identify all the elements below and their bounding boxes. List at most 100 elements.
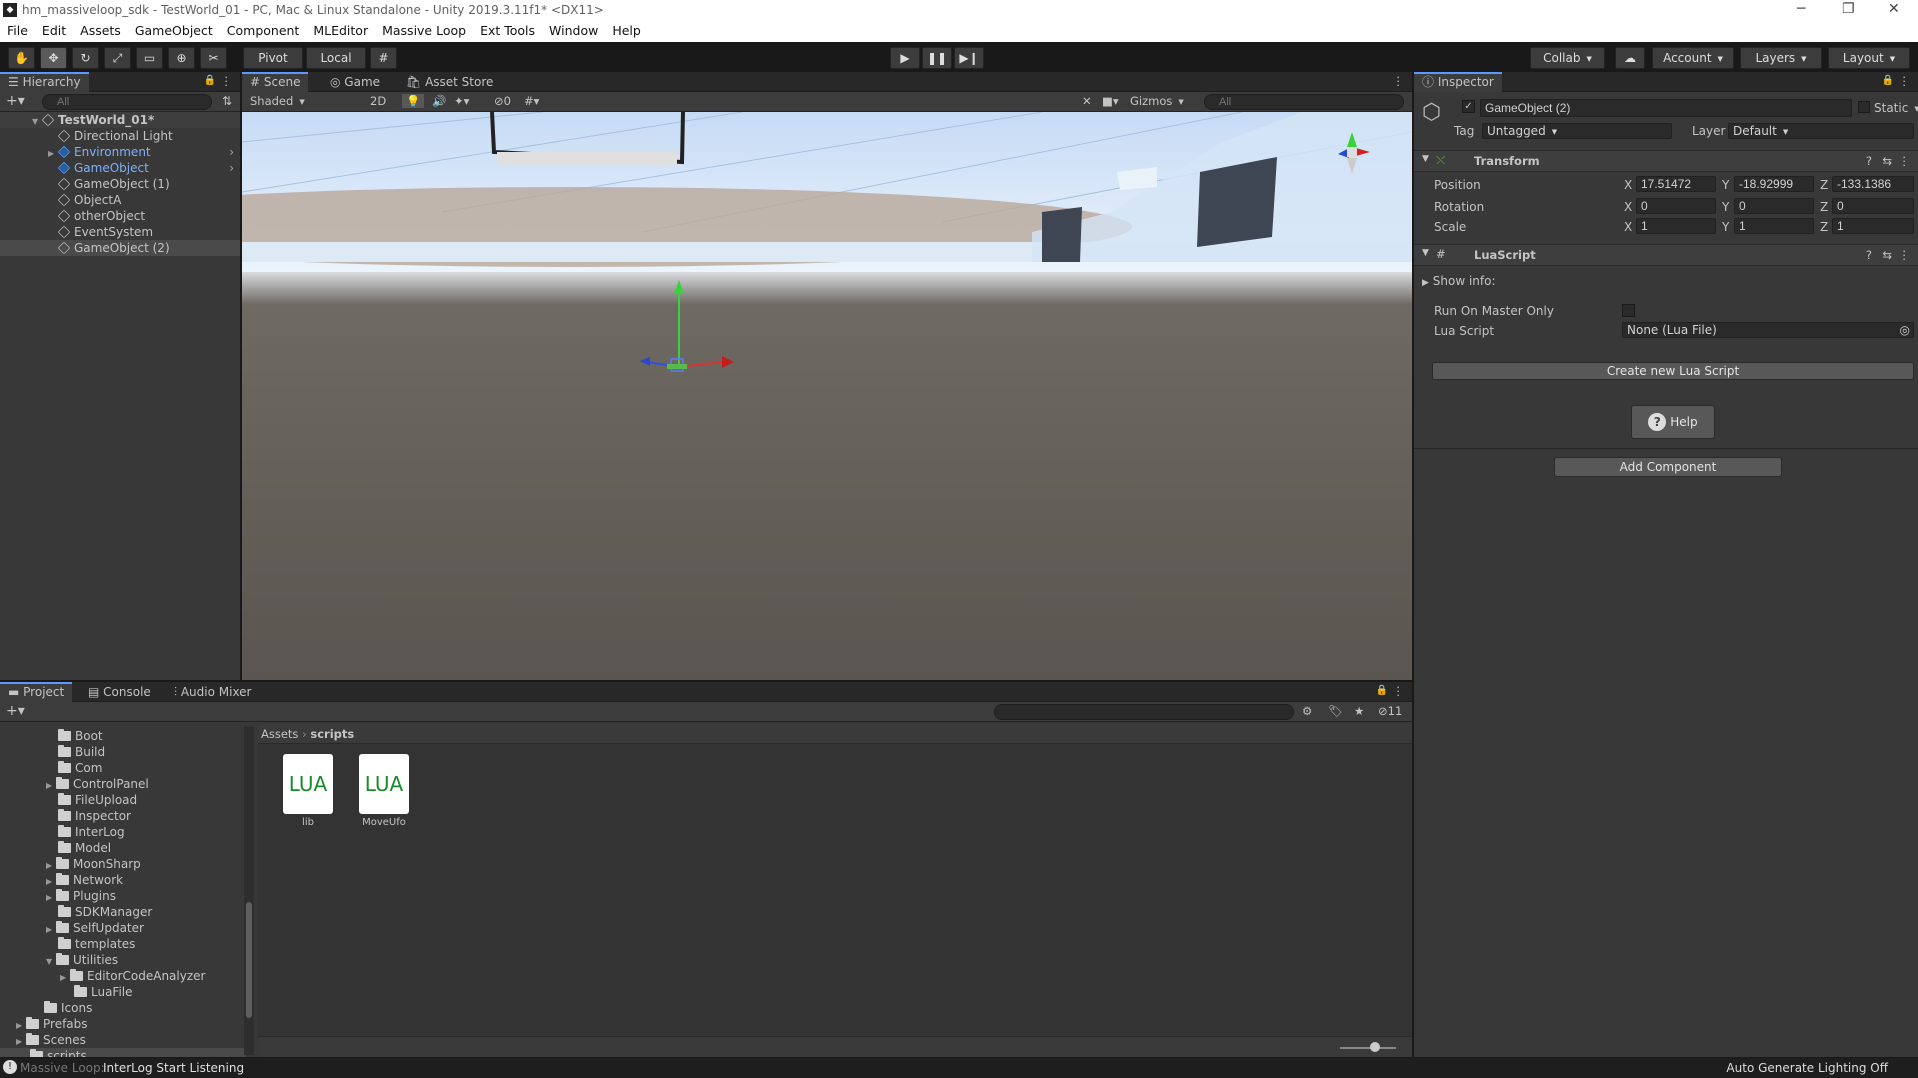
sort-icon[interactable]: ⇅ (222, 94, 232, 108)
tab-console[interactable]: ▤ Console (80, 682, 159, 702)
tab-asset-store[interactable]: 🛍 Asset Store (398, 72, 501, 92)
restore-icon[interactable]: ❐ (1842, 1, 1855, 17)
folder-item[interactable]: Build (0, 744, 246, 760)
menu-ext-tools[interactable]: Ext Tools (473, 20, 542, 38)
component-menu-icon[interactable]: ⋮ (1899, 248, 1911, 262)
menu-component[interactable]: Component (220, 20, 307, 38)
static-checkbox[interactable] (1858, 101, 1870, 113)
hierarchy-search-input[interactable] (42, 94, 212, 110)
tab-inspector[interactable]: ⓘ Inspector (1414, 72, 1502, 92)
create-plus-icon[interactable]: +▾ (6, 93, 25, 109)
play-button[interactable]: ▶ (890, 47, 920, 69)
lock-icon[interactable]: 🔒 (1376, 685, 1388, 696)
shading-mode-dropdown[interactable]: Shaded (246, 93, 361, 110)
hierarchy-item-gameobject-1[interactable]: GameObject (1) (0, 176, 240, 192)
collab-dropdown[interactable]: Collab (1530, 47, 1605, 69)
static-dropdown[interactable]: Static (1874, 101, 1918, 115)
folder-item[interactable]: ▶ Scenes (0, 1032, 246, 1048)
component-menu-icon[interactable]: ⋮ (1899, 154, 1911, 168)
lua-script-object-field[interactable]: None (Lua File) ◎ (1622, 322, 1914, 338)
position-z-field[interactable] (1832, 176, 1914, 192)
search-by-label-icon[interactable]: 🏷 (1328, 704, 1343, 718)
search-by-type-icon[interactable]: ⚙ (1302, 704, 1312, 718)
foldout-arrow-icon[interactable]: ▼ (1422, 248, 1429, 258)
audio-icon[interactable]: 🔊 (432, 94, 446, 108)
menu-gameobject[interactable]: GameObject (128, 20, 220, 38)
move-tool-icon[interactable]: ✥ (40, 47, 67, 69)
tag-dropdown[interactable]: Untagged (1482, 123, 1672, 139)
breadcrumb-current[interactable]: scripts (310, 727, 354, 741)
run-master-checkbox[interactable] (1622, 304, 1635, 317)
folder-item[interactable]: Icons (0, 1000, 246, 1016)
pause-button[interactable]: ❚❚ (922, 47, 952, 69)
foldout-arrow-icon[interactable]: ▼ (1422, 154, 1429, 164)
hierarchy-item-objecta[interactable]: ObjectA (0, 192, 240, 208)
step-button[interactable]: ▶❙ (954, 47, 984, 69)
folder-item[interactable]: Inspector (0, 808, 246, 824)
panel-menu-icon[interactable]: ⋮ (221, 74, 233, 88)
hidden-packages-icon[interactable]: ⊘11 (1378, 704, 1402, 718)
lock-icon[interactable]: 🔒 (1882, 75, 1894, 86)
zoom-slider-track[interactable] (1340, 1047, 1396, 1049)
asset-file-lib[interactable]: LUA lib (278, 754, 338, 828)
auto-lighting-status[interactable]: Auto Generate Lighting Off (1726, 1061, 1888, 1075)
transform-header[interactable]: ▼ ⤬ Transform ? ⇆ ⋮ (1414, 150, 1918, 172)
folder-item[interactable]: SDKManager (0, 904, 246, 920)
folder-item-selected[interactable]: scripts (0, 1048, 246, 1057)
snap-grid-icon[interactable]: # (370, 47, 397, 69)
scene-root-row[interactable]: ▼ TestWorld_01* (0, 112, 240, 128)
tab-audio-mixer[interactable]: ⫶ Audio Mixer (166, 682, 260, 702)
local-button[interactable]: Local (306, 47, 366, 69)
layer-dropdown[interactable]: Default (1728, 123, 1914, 139)
rotation-z-field[interactable] (1832, 198, 1914, 214)
gizmos-dropdown[interactable]: Gizmos (1130, 93, 1194, 110)
hand-tool-icon[interactable]: ✋ (8, 47, 35, 69)
hierarchy-item-otherobject[interactable]: otherObject (0, 208, 240, 224)
hidden-objects-icon[interactable]: ⊘0 (494, 94, 511, 108)
folder-item[interactable]: Model (0, 840, 246, 856)
folder-item[interactable]: ▶ Network (0, 872, 246, 888)
project-search-input[interactable] (994, 704, 1294, 720)
rotation-x-field[interactable] (1636, 198, 1716, 214)
position-x-field[interactable] (1636, 176, 1716, 192)
status-message[interactable]: InterLog Start Listening (103, 1061, 244, 1075)
menu-mleditor[interactable]: MLEditor (306, 20, 375, 38)
menu-file[interactable]: File (0, 20, 35, 38)
lock-icon[interactable]: 🔒 (204, 75, 216, 86)
chevron-right-icon[interactable]: › (229, 160, 234, 176)
tab-scene[interactable]: # Scene (242, 72, 309, 92)
custom-tool-icon[interactable]: ✂ (200, 47, 227, 69)
scene-search-input[interactable] (1204, 94, 1404, 110)
minimize-icon[interactable]: ─ (1797, 1, 1805, 17)
folder-item[interactable]: ▶ ControlPanel (0, 776, 246, 792)
scale-tool-icon[interactable]: ⤢ (104, 47, 131, 69)
folder-item[interactable]: ▼ Utilities (0, 952, 246, 968)
object-name-field[interactable] (1480, 99, 1852, 117)
zoom-slider-handle[interactable] (1370, 1042, 1380, 1052)
menu-window[interactable]: Window (542, 20, 605, 38)
folder-item[interactable]: LuaFile (0, 984, 246, 1000)
menu-assets[interactable]: Assets (73, 20, 128, 38)
2d-toggle[interactable]: 2D (370, 94, 386, 108)
add-component-button[interactable]: Add Component (1554, 457, 1782, 477)
position-y-field[interactable] (1734, 176, 1814, 192)
hierarchy-item-directional-light[interactable]: Directional Light (0, 128, 240, 144)
folder-item[interactable]: InterLog (0, 824, 246, 840)
active-checkbox[interactable]: ✓ (1462, 100, 1475, 113)
lighting-icon[interactable]: 💡 (402, 94, 425, 108)
folder-item[interactable]: FileUpload (0, 792, 246, 808)
account-dropdown[interactable]: Account (1652, 47, 1734, 69)
close-icon[interactable]: ✕ (1888, 1, 1900, 17)
hierarchy-item-gameobject[interactable]: GameObject › (0, 160, 240, 176)
create-plus-icon[interactable]: +▾ (6, 703, 25, 719)
help-button[interactable]: ? Help (1631, 405, 1715, 439)
favorites-icon[interactable]: ★ (1354, 704, 1364, 718)
luascript-header[interactable]: ▼ # LuaScript ? ⇆ ⋮ (1414, 244, 1918, 266)
cloud-icon[interactable]: ☁ (1615, 47, 1645, 69)
scale-x-field[interactable] (1636, 218, 1716, 234)
hierarchy-item-environment[interactable]: ▶ Environment › (0, 144, 240, 160)
pivot-button[interactable]: Pivot (243, 47, 303, 69)
rect-tool-icon[interactable]: ▭ (136, 47, 163, 69)
folder-item[interactable]: ▶ Prefabs (0, 1016, 246, 1032)
menu-massive-loop[interactable]: Massive Loop (375, 20, 473, 38)
